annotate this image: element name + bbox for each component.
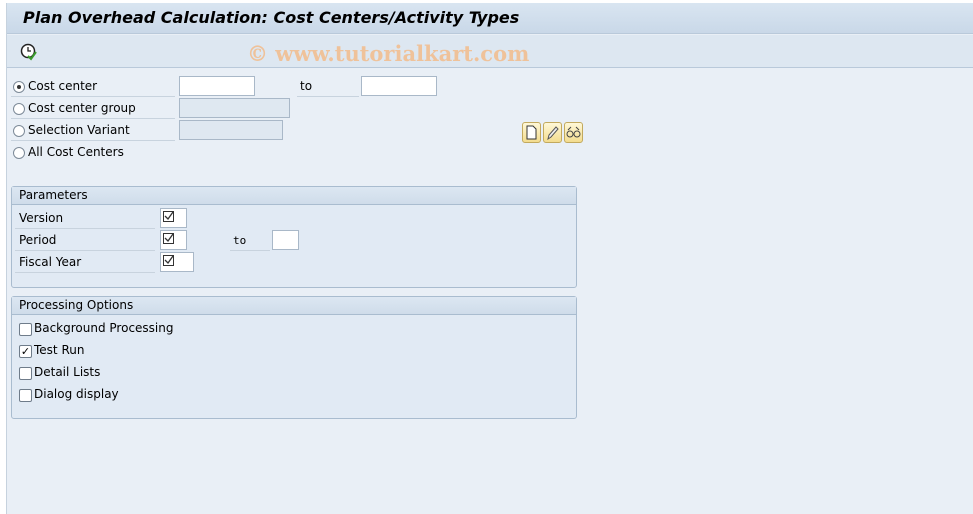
radio-all-cost-centers[interactable] (13, 147, 25, 159)
create-icon (526, 125, 537, 140)
required-check-icon (163, 211, 174, 222)
execute-button[interactable] (19, 42, 39, 62)
watermark: © www.tutorialkart.com (247, 41, 530, 66)
create-variant-button[interactable] (522, 122, 541, 143)
label-all-cost-centers: All Cost Centers (28, 145, 124, 159)
main-window: Plan Overhead Calculation: Cost Centers/… (6, 3, 973, 514)
cost-center-group-input[interactable] (179, 98, 290, 118)
version-input[interactable] (160, 208, 187, 228)
checkbox-dialog-display[interactable] (19, 389, 32, 402)
parameters-header: Parameters (12, 187, 576, 205)
period-to-input[interactable] (272, 230, 299, 250)
page-title: Plan Overhead Calculation: Cost Centers/… (23, 8, 520, 27)
edit-variant-button[interactable] (543, 122, 562, 143)
version-label: Version (15, 209, 155, 229)
parameters-group: Parameters Version Period to Fiscal Year (11, 186, 577, 288)
edit-icon (547, 126, 559, 141)
label-selection-variant: Selection Variant (11, 121, 175, 141)
cost-center-from-input[interactable] (179, 76, 255, 96)
required-check-icon (163, 233, 174, 244)
fiscal-year-label: Fiscal Year (15, 253, 155, 273)
fiscal-year-input[interactable] (160, 252, 194, 272)
cost-center-to-label: to (297, 77, 359, 97)
checkbox-background-processing[interactable] (19, 323, 32, 336)
period-from-input[interactable] (160, 230, 187, 250)
label-dialog-display: Dialog display (34, 387, 119, 401)
processing-options-group: Processing Options Background Processing… (11, 296, 577, 419)
processing-options-header: Processing Options (12, 297, 576, 315)
label-background-processing: Background Processing (34, 321, 174, 335)
application-toolbar: © www.tutorialkart.com (7, 35, 973, 68)
checkbox-detail-lists[interactable] (19, 367, 32, 380)
title-bar: Plan Overhead Calculation: Cost Centers/… (7, 3, 973, 34)
period-to-label: to (230, 231, 270, 251)
label-test-run: Test Run (34, 343, 85, 357)
label-cost-center: Cost center (11, 77, 175, 97)
label-cost-center-group: Cost center group (11, 99, 175, 119)
execute-clock-icon (20, 43, 37, 61)
label-detail-lists: Detail Lists (34, 365, 101, 379)
period-label: Period (15, 231, 155, 251)
checkbox-test-run[interactable]: ✓ (19, 345, 32, 358)
required-check-icon (163, 255, 174, 266)
cost-center-to-input[interactable] (361, 76, 437, 96)
display-variant-button[interactable] (564, 122, 583, 143)
display-icon (566, 126, 581, 138)
selection-variant-input[interactable] (179, 120, 283, 140)
